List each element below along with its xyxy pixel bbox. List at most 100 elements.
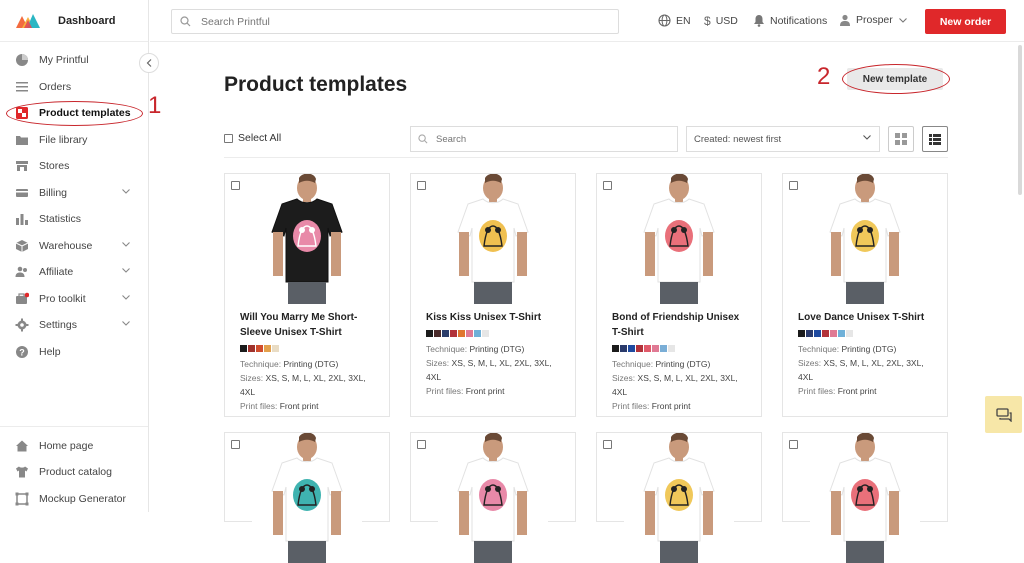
sizes-row: Sizes: XS, S, M, L, XL, 2XL, 3XL, 4XL (798, 356, 932, 384)
sidebar-item-warehouse[interactable]: Warehouse (0, 233, 148, 260)
shirt-mockup-image (810, 174, 920, 304)
user-icon (840, 14, 850, 26)
template-title[interactable]: Bond of Friendship Unisex T-Shirt (612, 310, 746, 340)
technique-value: Printing (DTG) (469, 344, 525, 354)
annotation-oval-product-templates (6, 101, 143, 126)
color-swatch (830, 330, 837, 337)
sidebar-item-pro-toolkit[interactable]: Pro toolkit (0, 286, 148, 313)
sidebar-item-statistics[interactable]: Statistics (0, 206, 148, 233)
sort-dropdown[interactable]: Created: newest first (686, 126, 880, 152)
color-swatch (652, 345, 659, 352)
sidebar-item-product-catalog[interactable]: Product catalog (0, 459, 148, 486)
sidebar-item-file-library[interactable]: File library (0, 127, 148, 154)
sidebar-item-help[interactable]: ? Help (0, 339, 148, 366)
user-menu[interactable]: Prosper (839, 14, 907, 26)
template-checkbox[interactable] (789, 440, 798, 449)
list-view-button[interactable] (922, 126, 948, 152)
template-title[interactable]: Kiss Kiss Unisex T-Shirt (426, 310, 560, 325)
template-card[interactable]: Bond of Friendship Unisex T-Shirt Techniq… (596, 173, 762, 417)
color-swatch (426, 330, 433, 337)
print-files-label: Print files: (240, 401, 278, 411)
template-card[interactable] (596, 432, 762, 563)
new-order-button[interactable]: New order (925, 9, 1006, 34)
currency-selector[interactable]: $ USD (704, 14, 738, 28)
template-checkbox[interactable] (789, 181, 798, 190)
logo[interactable]: Dashboard (0, 0, 148, 42)
template-title[interactable]: Will You Marry Me Short-Sleeve Unisex T-… (240, 310, 374, 340)
print-files-row: Print files: Front print (798, 384, 932, 398)
search-icon (180, 16, 191, 27)
sizes-label: Sizes: (798, 358, 822, 368)
sidebar-item-label: Billing (39, 186, 68, 199)
color-swatch (798, 330, 805, 337)
sidebar-item-label: Product catalog (39, 466, 112, 479)
print-files-value: Front print (837, 386, 877, 396)
template-title[interactable]: Love Dance Unisex T-Shirt (798, 310, 932, 325)
list-icon (15, 80, 29, 94)
dollar-icon: $ (704, 14, 711, 28)
currency-label: USD (715, 15, 738, 27)
bell-icon (754, 15, 764, 27)
sizes-row: Sizes: XS, S, M, L, XL, 2XL, 3XL, 4XL (612, 371, 746, 399)
box-icon (15, 239, 29, 253)
color-swatch (644, 345, 651, 352)
sidebar-item-settings[interactable]: Settings (0, 312, 148, 339)
template-search[interactable] (410, 126, 678, 152)
template-checkbox[interactable] (417, 440, 426, 449)
color-swatches (426, 330, 560, 337)
template-card[interactable]: Love Dance Unisex T-Shirt Technique: Prin… (782, 173, 948, 417)
template-card[interactable]: Kiss Kiss Unisex T-Shirt Technique: Print… (410, 173, 576, 417)
globe-icon (658, 14, 671, 27)
sidebar-item-mockup-generator[interactable]: Mockup Generator (0, 486, 148, 513)
sidebar-item-stores[interactable]: Stores (0, 153, 148, 180)
template-checkbox[interactable] (417, 181, 426, 190)
language-selector[interactable]: EN (658, 14, 691, 27)
store-icon (15, 159, 29, 173)
template-card[interactable] (782, 432, 948, 563)
technique-value: Printing (DTG) (841, 344, 897, 354)
chat-button[interactable] (985, 396, 1022, 433)
select-all-checkbox[interactable] (224, 133, 233, 143)
color-swatch (660, 345, 667, 352)
sidebar-item-home-page[interactable]: Home page (0, 433, 148, 460)
template-card[interactable] (224, 432, 390, 563)
color-swatch (264, 345, 271, 352)
sidebar-item-my-printful[interactable]: My Printful (0, 47, 148, 74)
grid-view-button[interactable] (888, 126, 914, 152)
color-swatches (612, 345, 746, 352)
select-all[interactable]: Select All (224, 132, 281, 144)
sidebar-item-label: My Printful (39, 54, 89, 67)
print-files-value: Front print (279, 401, 319, 411)
chevron-down-icon (122, 268, 130, 273)
template-card[interactable] (410, 432, 576, 563)
gear-icon (15, 318, 29, 332)
shirt-mockup-image (624, 433, 734, 563)
template-search-input[interactable] (436, 133, 656, 145)
technique-label: Technique: (612, 359, 654, 369)
sizes-row: Sizes: XS, S, M, L, XL, 2XL, 3XL, 4XL (426, 356, 560, 384)
color-swatch (668, 345, 675, 352)
chevron-down-icon (863, 135, 871, 140)
color-swatch (256, 345, 263, 352)
sidebar-item-affiliate[interactable]: Affiliate (0, 259, 148, 286)
search-icon (418, 134, 428, 144)
sidebar-item-orders[interactable]: Orders (0, 74, 148, 101)
template-checkbox[interactable] (231, 440, 240, 449)
shirt-mockup-image (252, 174, 362, 304)
global-search-input[interactable] (201, 15, 581, 28)
print-files-value: Front print (465, 386, 505, 396)
notifications-button[interactable]: Notifications (753, 14, 827, 27)
template-checkbox[interactable] (603, 440, 612, 449)
credit-card-icon (15, 186, 29, 200)
page-scrollbar[interactable] (1018, 45, 1022, 195)
technique-label: Technique: (426, 344, 468, 354)
template-checkbox[interactable] (231, 181, 240, 190)
app-title: Dashboard (58, 14, 116, 27)
template-card[interactable]: Will You Marry Me Short-Sleeve Unisex T-… (224, 173, 390, 417)
sidebar-item-billing[interactable]: Billing (0, 180, 148, 207)
collapse-sidebar-button[interactable] (139, 53, 159, 73)
template-checkbox[interactable] (603, 181, 612, 190)
sidebar-item-label: Help (39, 345, 61, 358)
global-search[interactable] (171, 9, 619, 34)
color-swatch (482, 330, 489, 337)
